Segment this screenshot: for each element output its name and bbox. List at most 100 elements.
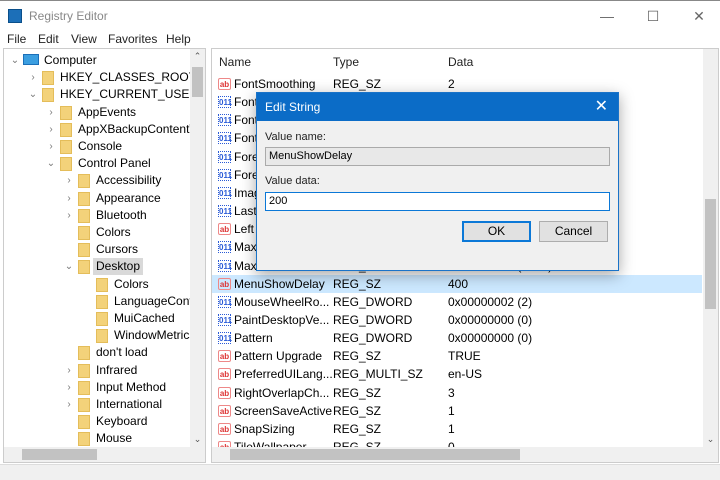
close-button[interactable]: ✕ <box>684 5 714 27</box>
registry-editor-icon <box>8 9 22 23</box>
value-row[interactable]: ab SnapSizing REG_SZ 1 <box>212 420 702 438</box>
chevron-icon[interactable]: › <box>46 138 56 155</box>
chevron-icon[interactable]: › <box>64 362 74 379</box>
folder-icon <box>60 157 72 172</box>
tree-node-label: HKEY_CLASSES_ROOT <box>60 70 197 85</box>
binary-value-icon: 011 <box>218 96 232 109</box>
tree-node[interactable]: › Console <box>4 138 189 155</box>
value-data: 3 <box>448 385 455 400</box>
string-value-icon: ab <box>218 386 231 399</box>
tree-node[interactable]: Mouse <box>4 430 189 447</box>
tree-horizontal-scrollbar[interactable] <box>4 447 205 462</box>
tree-node[interactable]: › Input Method <box>4 379 189 396</box>
tree-node[interactable]: ⌄ Desktop <box>4 258 189 276</box>
tree-node[interactable]: don't load <box>4 344 189 361</box>
tree-node[interactable]: › AppXBackupContentType <box>4 121 205 138</box>
menu-favorites[interactable]: Favorites <box>108 32 157 46</box>
tree-node[interactable]: ⌄ HKEY_CURRENT_USER <box>4 86 198 103</box>
tree-node[interactable]: Colors <box>4 224 189 241</box>
ok-button[interactable]: OK <box>462 221 531 242</box>
folder-icon <box>78 208 90 223</box>
value-name: PreferredUILang... <box>234 367 333 382</box>
minimize-button[interactable]: — <box>592 5 622 27</box>
tree-node-label: Bluetooth <box>96 207 147 222</box>
string-value-icon: ab <box>218 78 231 90</box>
value-name: Font <box>234 95 259 110</box>
tree-node[interactable]: WindowMetrics <box>4 327 195 344</box>
chevron-icon[interactable]: › <box>28 69 38 86</box>
tree-node[interactable]: ⌄ Control Panel <box>4 155 189 172</box>
tree-node[interactable]: › Appearance <box>4 190 189 207</box>
tree-vertical-scrollbar[interactable]: ⌃ ⌄ <box>190 49 205 447</box>
chevron-icon[interactable]: › <box>46 121 56 138</box>
chevron-icon[interactable]: › <box>64 190 74 207</box>
folder-icon <box>60 105 72 120</box>
tree-node[interactable]: Keyboard <box>4 413 189 430</box>
value-data-input[interactable]: 200 <box>265 192 610 211</box>
menu-file[interactable]: File <box>7 32 26 46</box>
value-name: Font <box>234 113 259 128</box>
value-row[interactable]: ab Pattern Upgrade REG_SZ TRUE <box>212 347 702 365</box>
chevron-icon[interactable]: ⌄ <box>10 52 20 69</box>
folder-icon <box>42 71 54 86</box>
value-name: ScreenSaveActive <box>234 403 333 418</box>
value-row[interactable]: 011 Pattern REG_DWORD 0x00000000 (0) <box>212 329 702 347</box>
chevron-icon[interactable]: ⌄ <box>28 86 38 103</box>
chevron-icon[interactable]: › <box>64 379 74 396</box>
tree-node-label: Console <box>78 139 123 153</box>
tree-node[interactable]: Colors <box>4 276 189 293</box>
menu-help[interactable]: Help <box>166 32 191 46</box>
dialog-title-bar: Edit String ✕ <box>257 93 618 121</box>
value-row[interactable]: ab PreferredUILang... REG_MULTI_SZ en-US <box>212 365 702 383</box>
value-data: 0x00000002 (2) <box>448 294 533 309</box>
folder-icon <box>60 122 72 137</box>
chevron-icon[interactable]: › <box>64 207 74 224</box>
tree-node[interactable]: › Accessibility <box>4 172 189 189</box>
tree-node-label: Colors <box>96 225 131 239</box>
tree-node[interactable]: › International <box>4 396 189 413</box>
dialog-close-button[interactable]: ✕ <box>595 93 608 121</box>
value-row[interactable]: ab MenuShowDelay REG_SZ 400 <box>212 274 702 293</box>
chevron-icon[interactable]: › <box>64 172 74 189</box>
column-header-data[interactable]: Data <box>448 55 473 69</box>
tree-node-label: Input Method <box>96 379 167 394</box>
value-type: REG_SZ <box>333 403 382 418</box>
chevron-icon[interactable]: › <box>64 396 74 413</box>
tree-node[interactable]: › HKEY_CLASSES_ROOT <box>4 69 196 86</box>
value-row[interactable]: ab RightOverlapCh... REG_SZ 3 <box>212 384 702 402</box>
column-header-type[interactable]: Type <box>333 55 359 69</box>
cancel-button[interactable]: Cancel <box>539 221 608 242</box>
binary-value-icon: 011 <box>218 241 232 254</box>
tree-node[interactable]: LanguageConfiguration <box>4 293 205 310</box>
string-value-icon: ab <box>218 404 231 417</box>
value-name: MouseWheelRo... <box>234 294 330 309</box>
column-header-name[interactable]: Name <box>219 55 251 69</box>
tree-node[interactable]: ⌄ Computer <box>4 52 189 69</box>
tree-node-label: Infrared <box>96 362 138 377</box>
tree-node[interactable]: › AppEvents <box>4 104 189 121</box>
values-vertical-scrollbar[interactable]: ⌄ <box>703 49 718 447</box>
folder-icon <box>78 415 90 430</box>
chevron-icon[interactable]: ⌄ <box>46 155 56 172</box>
value-row[interactable]: 011 PaintDesktopVe... REG_DWORD 0x00000000 … <box>212 311 702 329</box>
value-row[interactable]: 011 MouseWheelRo... REG_DWORD 0x00000002 (2… <box>212 293 702 311</box>
value-data: 0x00000000 (0) <box>448 312 533 327</box>
value-data: 1 <box>448 403 455 418</box>
chevron-icon[interactable]: › <box>46 104 56 121</box>
value-name-label: Value name: <box>265 131 326 143</box>
menu-view[interactable]: View <box>71 32 97 46</box>
chevron-icon[interactable]: ⌄ <box>64 258 74 275</box>
tree-node[interactable]: Cursors <box>4 241 189 258</box>
folder-icon <box>78 174 90 189</box>
value-name: SnapSizing <box>234 421 295 436</box>
tree-node[interactable]: › Bluetooth <box>4 207 189 224</box>
value-row[interactable]: ab ScreenSaveActive REG_SZ 1 <box>212 402 702 420</box>
tree-pane: ⌄ Computer › HKEY_CLASSES_ROOT ⌄ HKEY_CURRENT… <box>3 48 206 463</box>
value-name: Last <box>234 204 257 219</box>
tree-node[interactable]: › Infrared <box>4 362 189 379</box>
menu-edit[interactable]: Edit <box>38 32 59 46</box>
tree-node[interactable]: MuiCached <box>4 310 189 327</box>
value-row[interactable]: ab FontSmoothing REG_SZ 2 <box>212 75 702 93</box>
maximize-button[interactable]: ☐ <box>638 5 668 27</box>
values-horizontal-scrollbar[interactable] <box>212 447 718 462</box>
